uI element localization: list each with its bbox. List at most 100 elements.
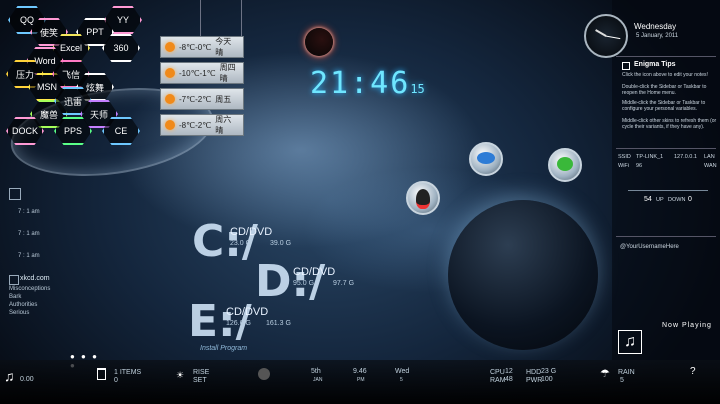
cpu-label: CPU: [490, 369, 505, 376]
weather-desc: 周六晴: [215, 115, 232, 135]
drive-label: CD/DVD: [293, 266, 336, 278]
music-time: 0.00: [20, 376, 34, 383]
date-full: 5 January, 2011: [636, 33, 679, 39]
rain-value: 5: [620, 377, 624, 384]
weather-desc: 周五: [215, 94, 232, 104]
pwr-value: 100: [541, 376, 553, 383]
wifi-value: 96: [636, 163, 643, 169]
ssid-label: SSID: [618, 154, 631, 160]
drive-item[interactable]: D:/CD/DVD 95.0 G 97.7 G: [255, 256, 395, 307]
weather-desc: 今天晴: [215, 37, 232, 57]
umbrella-icon: ☂: [600, 368, 610, 380]
xkcd-item[interactable]: Bark: [9, 294, 21, 300]
ssid-value: TP-LINK_1: [636, 154, 664, 160]
wifi-label: WiFi: [618, 163, 629, 169]
lan-label: LAN: [704, 154, 715, 160]
hdd-value: 23 G: [541, 368, 557, 375]
calendar-icon: [9, 188, 21, 200]
weather-card: -10℃-1℃ 周四晴: [160, 62, 244, 84]
now-playing-label: Now Playing: [662, 322, 712, 329]
recycle-count: 1 ITEMS: [114, 369, 142, 376]
date-day: 5th: [311, 368, 321, 375]
music-note-icon[interactable]: ♫: [618, 330, 642, 354]
weather-temp: -7℃-2℃: [179, 94, 212, 104]
taskbar: ♫ 0.00 1 ITEMS 0 ☀ RISE SET 5th JAN 9.46…: [0, 360, 720, 404]
enigma-tip: Double-click the Sidebar or Taskbar to r…: [622, 84, 707, 96]
ip-value: 127.0.0.1: [674, 154, 697, 160]
weather-chain: [200, 0, 242, 40]
alarm-time-1: 7 : 1 am: [18, 209, 40, 215]
weather-temp: -10℃-1℃: [179, 68, 216, 78]
sun-icon: [165, 120, 175, 130]
small-red-planet: [305, 28, 333, 56]
enigma-tip: Click the icon above to edit your notes!: [622, 72, 708, 78]
right-sidebar: Wednesday 5 January, 2011 Enigma Tips Cl…: [584, 0, 720, 360]
left-panel: 7 : 1 am 7 : 1 am 7 : 1 am xkcd.com Misc…: [0, 185, 100, 370]
weekday-value: Wed: [395, 368, 410, 375]
browser-icon[interactable]: [469, 142, 503, 176]
music-icon[interactable]: ♫: [4, 368, 15, 384]
enigma-tips-title: Enigma Tips: [634, 61, 676, 68]
weekday-num: 5: [400, 377, 403, 383]
ie-icon[interactable]: [548, 148, 582, 182]
xkcd-icon: [9, 275, 19, 285]
weather-card: -8℃-0℃ 今天晴: [160, 36, 244, 58]
download-label: DOWN: [668, 197, 686, 203]
install-program-link[interactable]: Install Program: [200, 345, 247, 352]
xkcd-item[interactable]: Authorities: [9, 302, 37, 308]
drive-letter: D:/: [255, 256, 326, 307]
sunset-label: SET: [193, 377, 207, 384]
qq-penguin-icon[interactable]: [406, 181, 440, 215]
download-value: 0: [688, 196, 692, 203]
enigma-tip: Middle-click the Sidebar or Taskbar to c…: [622, 100, 706, 112]
rain-label: RAIN: [618, 369, 635, 376]
weather-temp: -8℃-0℃: [179, 42, 212, 52]
clock-time: 21:46: [310, 66, 411, 101]
drive-free: 95.0 G: [293, 280, 315, 287]
drive-total: 39.0 G: [270, 240, 292, 247]
alarm-time-3: 7 : 1 am: [18, 253, 40, 259]
sunrise-icon: ☀: [176, 370, 185, 380]
ram-label: RAM: [490, 377, 506, 384]
xkcd-item[interactable]: Serious: [9, 310, 29, 316]
drive-free: 23.0 G: [230, 240, 252, 247]
sun-icon: [165, 68, 175, 78]
analog-clock: [584, 14, 628, 58]
alarm-time-2: 7 : 1 am: [18, 231, 40, 237]
help-icon[interactable]: ?: [690, 366, 696, 377]
clock-seconds: 15: [410, 82, 425, 96]
ram-value: 48: [505, 376, 513, 383]
moon-icon: [258, 368, 270, 380]
drive-item[interactable]: E:/CD/DVD 126.6 G 161.3 G: [188, 296, 328, 347]
recycle-sub: 0: [114, 377, 118, 384]
digital-clock: 21:4615: [310, 66, 425, 101]
drive-free: 126.6 G: [226, 320, 251, 327]
time-value: 9.46: [353, 368, 367, 375]
sun-icon: [165, 94, 175, 104]
large-dark-planet: [448, 200, 598, 350]
date-weekday: Wednesday: [634, 22, 677, 31]
upload-value: 54: [644, 196, 652, 203]
weather-card: -8℃-2℃ 周六晴: [160, 114, 244, 136]
weather-desc: 周四晴: [219, 63, 236, 83]
trash-icon[interactable]: [97, 368, 106, 380]
upload-label: UP: [656, 197, 664, 203]
wan-label: WAN: [704, 163, 717, 169]
drive-label: CD/DVD: [230, 226, 273, 238]
time-ampm: PM: [357, 377, 365, 383]
weather-card: -7℃-2℃ 周五: [160, 88, 244, 110]
xkcd-title[interactable]: xkcd.com: [20, 275, 50, 282]
sunrise-label: RISE: [193, 369, 210, 376]
enigma-tips-checkbox-icon[interactable]: [622, 62, 630, 70]
xkcd-item[interactable]: Misconceptions: [9, 286, 50, 292]
hdd-label: HDD: [526, 369, 542, 376]
network-graph: [628, 174, 708, 191]
drive-label: CD/DVD: [226, 306, 269, 318]
pwr-label: PWR: [526, 377, 543, 384]
drive-total: 97.7 G: [333, 280, 355, 287]
twitter-handle[interactable]: @YourUsernameHere: [620, 244, 679, 250]
sun-icon: [165, 42, 175, 52]
date-month: JAN: [313, 377, 323, 383]
drive-total: 161.3 G: [266, 320, 291, 327]
enigma-tip: Middle-click other skins to refresh them…: [622, 118, 717, 130]
